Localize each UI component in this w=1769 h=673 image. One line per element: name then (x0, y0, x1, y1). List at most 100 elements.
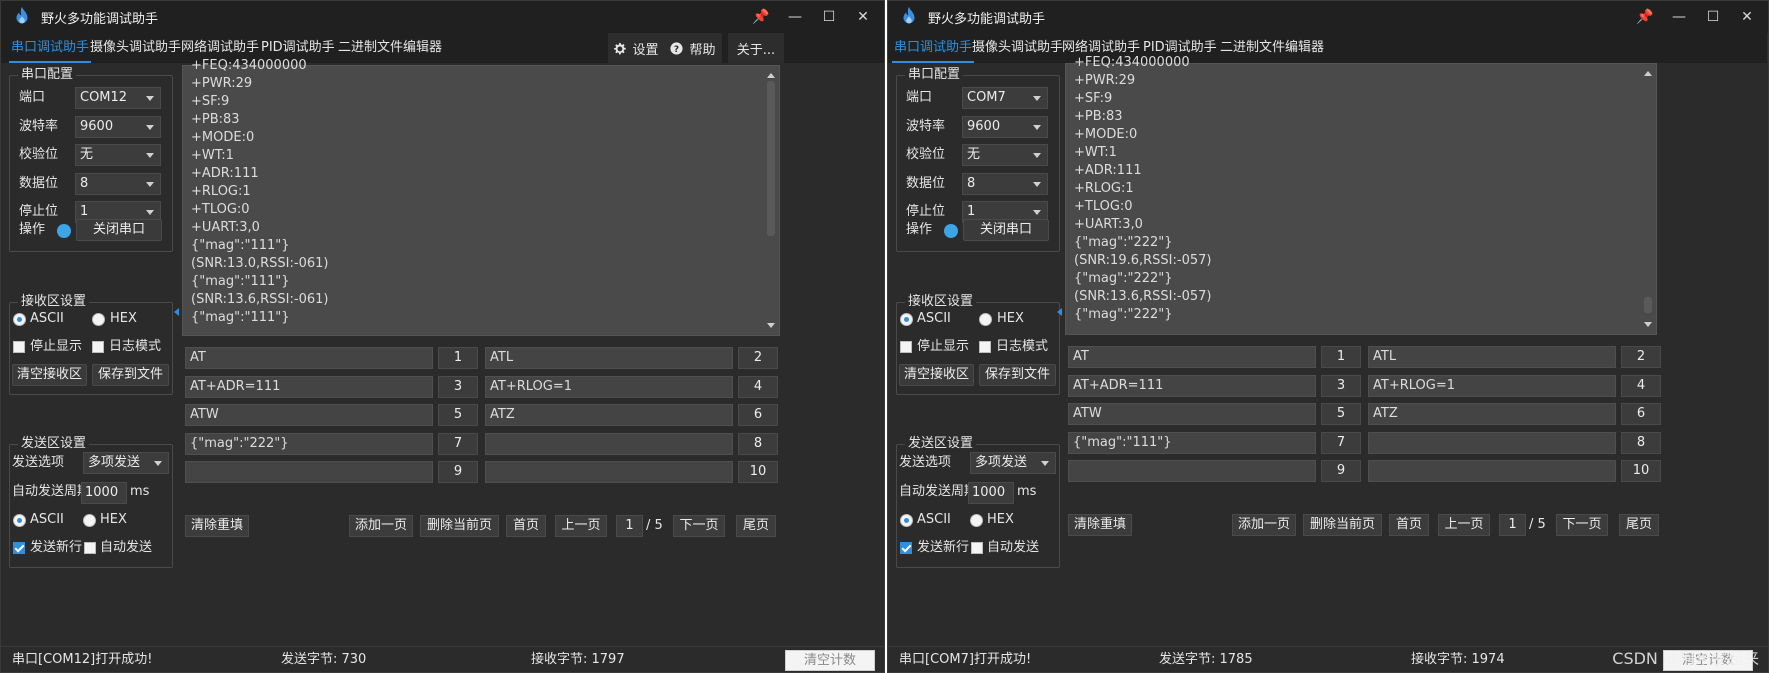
send-ascii-radio[interactable] (13, 514, 26, 527)
tab-camera[interactable]: 摄像头调试助手 (88, 33, 183, 63)
send-item-button[interactable]: 9 (438, 461, 478, 483)
save-to-file-button[interactable]: 保存到文件 (92, 364, 169, 386)
stop-display-checkbox[interactable] (900, 341, 912, 353)
send-item-input[interactable] (1368, 431, 1616, 454)
send-item-button[interactable]: 1 (438, 347, 478, 369)
clear-refill-button[interactable]: 清除重填 (185, 515, 249, 537)
port-select[interactable]: COM7 (962, 87, 1048, 109)
prev-page-button[interactable]: 上一页 (1438, 514, 1490, 536)
send-item-input[interactable]: AT+RLOG=1 (485, 375, 733, 398)
send-item-button[interactable]: 10 (738, 461, 778, 483)
send-hex-radio[interactable] (83, 514, 96, 527)
send-item-input[interactable]: ATL (1368, 346, 1616, 368)
clear-refill-button[interactable]: 清除重填 (1068, 514, 1132, 536)
send-item-button[interactable]: 3 (1321, 374, 1361, 397)
send-hex-radio[interactable] (970, 514, 983, 527)
send-item-input[interactable]: ATW (185, 404, 433, 426)
send-item-button[interactable]: 5 (1321, 403, 1361, 425)
next-page-button[interactable]: 下一页 (1556, 514, 1608, 536)
delete-page-button[interactable]: 删除当前页 (1303, 514, 1382, 536)
send-item-input[interactable]: {"mag":"111"} (1068, 431, 1316, 454)
receive-area[interactable]: +FEQ:434000000 +PWR:29 +SF:9 +PB:83 +MODE:0 +… (1065, 55, 1657, 335)
first-page-button[interactable]: 首页 (506, 515, 546, 537)
tab-serial[interactable]: 串口调试助手 (892, 33, 975, 63)
send-newline-checkbox[interactable] (13, 542, 25, 554)
send-item-input[interactable]: AT (185, 347, 433, 369)
send-item-input[interactable]: AT (1068, 346, 1316, 368)
send-item-button[interactable]: 8 (1621, 431, 1661, 454)
send-option-select[interactable]: 多项发送 (970, 452, 1056, 474)
next-page-button[interactable]: 下一页 (673, 515, 725, 537)
clear-count-button[interactable]: 清空计数 (785, 650, 875, 671)
baud-select[interactable]: 9600 (75, 115, 161, 138)
splitter-arrow-icon[interactable] (174, 308, 179, 316)
maximize-icon[interactable]: ☐ (1696, 1, 1730, 33)
send-item-button[interactable]: 3 (438, 375, 478, 398)
send-item-input[interactable]: ATZ (1368, 403, 1616, 425)
close-icon[interactable]: ✕ (846, 1, 880, 33)
send-item-input[interactable]: AT+ADR=111 (1068, 374, 1316, 397)
receive-scrollbar[interactable] (764, 67, 778, 334)
recv-hex-radio[interactable] (979, 313, 992, 326)
log-mode-checkbox[interactable] (979, 341, 991, 353)
prev-page-button[interactable]: 上一页 (555, 515, 607, 537)
send-item-button[interactable]: 10 (1621, 460, 1661, 482)
send-item-input[interactable]: ATW (1068, 403, 1316, 425)
send-option-select[interactable]: 多项发送 (83, 452, 169, 474)
add-page-button[interactable]: 添加一页 (1232, 514, 1296, 536)
send-item-button[interactable]: 9 (1321, 460, 1361, 482)
receive-scrollbar[interactable] (1641, 65, 1655, 333)
maximize-icon[interactable]: ☐ (812, 1, 846, 33)
scroll-up-arrow-icon[interactable] (767, 73, 775, 78)
send-item-button[interactable]: 6 (738, 404, 778, 426)
add-page-button[interactable]: 添加一页 (349, 515, 413, 537)
save-to-file-button[interactable]: 保存到文件 (979, 364, 1056, 386)
page-number-input[interactable]: 1 (616, 515, 643, 537)
send-item-button[interactable]: 8 (738, 432, 778, 455)
clear-recv-button[interactable]: 清空接收区 (899, 364, 974, 386)
send-item-button[interactable]: 6 (1621, 403, 1661, 425)
scroll-thumb[interactable] (1644, 297, 1652, 313)
tab-serial[interactable]: 串口调试助手 (9, 33, 92, 63)
port-select[interactable]: COM12 (75, 87, 161, 109)
send-item-input[interactable] (185, 461, 433, 483)
send-item-button[interactable]: 7 (1321, 431, 1361, 454)
auto-period-input[interactable]: 1000 (81, 482, 127, 504)
scroll-down-arrow-icon[interactable] (767, 323, 775, 328)
recv-ascii-radio[interactable] (13, 313, 26, 326)
send-ascii-radio[interactable] (900, 514, 913, 527)
send-item-button[interactable]: 1 (1321, 346, 1361, 368)
parity-select[interactable]: 无 (962, 144, 1048, 166)
minimize-icon[interactable]: — (1662, 1, 1696, 33)
send-item-input[interactable]: ATL (485, 347, 733, 369)
pin-icon[interactable]: 📌 (744, 1, 778, 33)
send-item-input[interactable]: {"mag":"222"} (185, 432, 433, 455)
close-icon[interactable]: ✕ (1730, 1, 1764, 33)
log-mode-checkbox[interactable] (92, 341, 104, 353)
send-item-input[interactable]: AT+RLOG=1 (1368, 374, 1616, 397)
databits-select[interactable]: 8 (75, 172, 161, 195)
databits-select[interactable]: 8 (962, 172, 1048, 195)
close-port-button[interactable]: 关闭串口 (963, 219, 1049, 241)
parity-select[interactable]: 无 (75, 144, 161, 166)
send-item-button[interactable]: 2 (1621, 346, 1661, 368)
delete-page-button[interactable]: 删除当前页 (420, 515, 499, 537)
send-item-input[interactable]: AT+ADR=111 (185, 375, 433, 398)
send-item-button[interactable]: 4 (738, 375, 778, 398)
tab-camera[interactable]: 摄像头调试助手 (970, 33, 1065, 63)
page-number-input[interactable]: 1 (1499, 514, 1526, 536)
send-item-input[interactable]: ATZ (485, 404, 733, 426)
recv-hex-radio[interactable] (92, 313, 105, 326)
send-item-button[interactable]: 7 (438, 432, 478, 455)
minimize-icon[interactable]: — (778, 1, 812, 33)
close-port-button[interactable]: 关闭串口 (76, 219, 162, 241)
send-newline-checkbox[interactable] (900, 542, 912, 554)
send-item-input[interactable] (485, 432, 733, 455)
last-page-button[interactable]: 尾页 (736, 515, 776, 537)
first-page-button[interactable]: 首页 (1389, 514, 1429, 536)
recv-ascii-radio[interactable] (900, 313, 913, 326)
clear-recv-button[interactable]: 清空接收区 (12, 364, 87, 386)
auto-period-input[interactable]: 1000 (968, 482, 1014, 504)
pin-icon[interactable]: 📌 (1628, 1, 1662, 33)
splitter-arrow-icon[interactable] (1057, 308, 1062, 316)
